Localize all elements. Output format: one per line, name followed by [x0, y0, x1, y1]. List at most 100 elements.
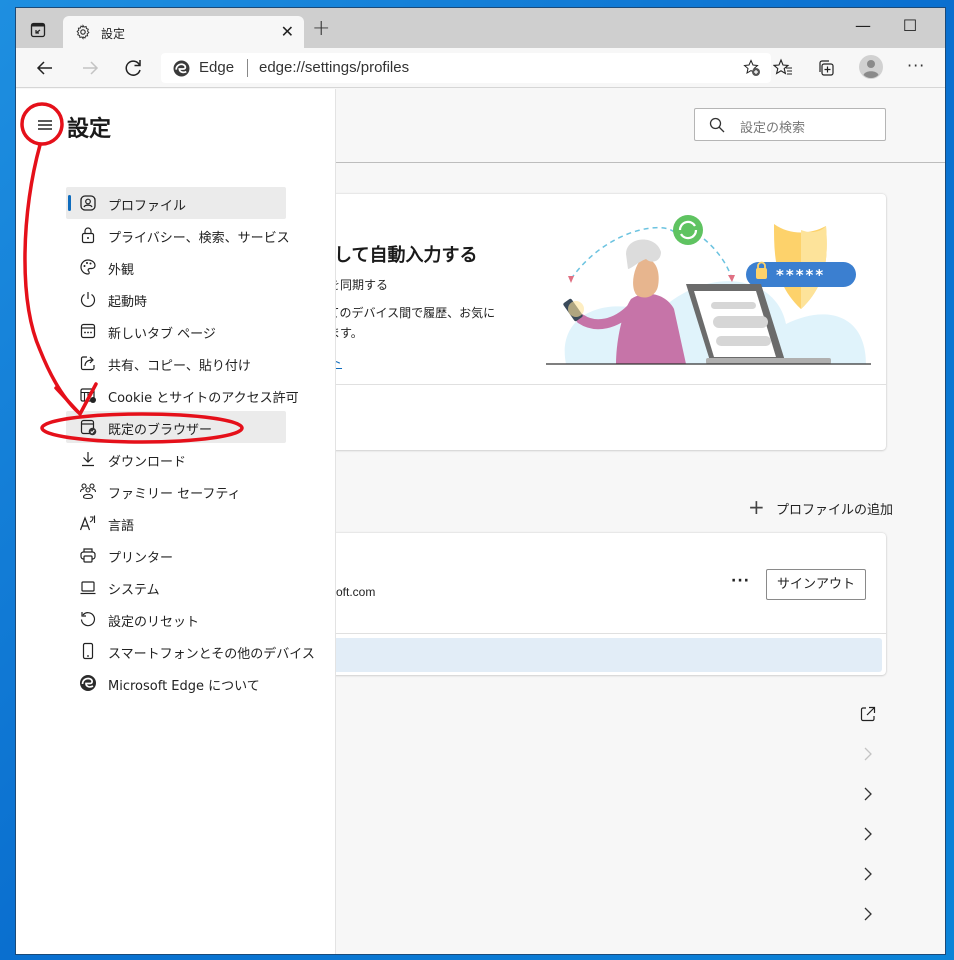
sidebar-item-startup[interactable]: 起動時: [66, 283, 286, 315]
toolbar: Edge edge://settings/profiles ···: [16, 48, 945, 88]
account-email: oft.com: [336, 585, 376, 599]
password-mask-text: *****: [776, 266, 825, 284]
sidebar-item-label: プリンター: [108, 551, 174, 566]
chevron-right-icon[interactable]: [859, 745, 877, 763]
url-text[interactable]: edge://settings/profiles: [259, 59, 409, 76]
promo-description-line1: べてのデバイス間で履歴、お気に: [336, 306, 496, 320]
maximize-button[interactable]: ☐: [895, 16, 925, 36]
power-icon: [80, 292, 96, 308]
sidebar-item-about-edge[interactable]: Microsoft Edge について: [66, 667, 286, 699]
reload-button[interactable]: [121, 56, 145, 80]
chevron-right-icon[interactable]: [859, 905, 877, 923]
sidebar-item-label: 言語: [108, 519, 135, 534]
more-menu-button[interactable]: ···: [907, 56, 927, 76]
settings-sidebar: 設定 プロファイル プライバシー、検索、サービス 外観 起動時 新しいタブ ペー…: [16, 89, 336, 954]
promo-heading: 存して自動入力する: [336, 245, 478, 266]
reset-icon: [80, 612, 96, 627]
card-divider: [316, 633, 886, 634]
cookie-icon: [80, 388, 96, 403]
sidebar-item-downloads[interactable]: ダウンロード: [66, 443, 286, 475]
sidebar-item-languages[interactable]: 言語: [66, 507, 286, 539]
share-icon: [80, 356, 95, 371]
search-placeholder: 設定の検索: [740, 121, 806, 136]
favorites-icon[interactable]: [773, 58, 793, 78]
hamburger-menu-icon[interactable]: [35, 115, 55, 135]
sidebar-item-label: 外観: [108, 263, 135, 278]
address-bar[interactable]: Edge edge://settings/profiles: [161, 53, 771, 83]
tab-settings[interactable]: 設定 ✕: [63, 16, 304, 49]
system-icon: [80, 581, 96, 595]
settings-nav: プロファイル プライバシー、検索、サービス 外観 起動時 新しいタブ ページ 共…: [66, 187, 315, 699]
palette-icon: [80, 259, 96, 275]
collections-icon[interactable]: [816, 58, 836, 78]
sign-out-button[interactable]: サインアウト: [766, 569, 866, 600]
sidebar-item-label: 設定のリセット: [108, 615, 200, 630]
close-window-button[interactable]: ✕: [941, 16, 945, 36]
chevron-right-icon[interactable]: [859, 825, 877, 843]
add-profile-label: プロファイルの追加: [776, 503, 894, 518]
sidebar-item-new-tab-page[interactable]: 新しいタブ ページ: [66, 315, 286, 347]
sidebar-item-label: Cookie とサイトのアクセス許可: [108, 391, 299, 406]
forward-button[interactable]: [78, 56, 102, 80]
sidebar-item-label: 既定のブラウザー: [108, 423, 213, 438]
header-divider: [336, 162, 945, 163]
sidebar-item-label: プロファイル: [108, 199, 187, 214]
plus-icon: +: [748, 495, 765, 519]
sidebar-item-phone-devices[interactable]: スマートフォンとその他のデバイス: [66, 635, 315, 667]
sidebar-item-label: ダウンロード: [108, 455, 187, 470]
address-separator: [247, 59, 248, 77]
site-identity: Edge: [199, 59, 235, 76]
sidebar-item-label: Microsoft Edge について: [108, 679, 260, 694]
sidebar-item-label: システム: [108, 583, 160, 598]
sidebar-item-label: 起動時: [108, 295, 148, 310]
sidebar-item-share-copy-paste[interactable]: 共有、コピー、貼り付け: [66, 347, 286, 379]
sidebar-item-label: ファミリー セーフティ: [108, 487, 241, 502]
sidebar-item-default-browser[interactable]: 既定のブラウザー: [66, 411, 286, 443]
phone-icon: [82, 642, 94, 660]
new-tab-page-icon: [80, 323, 96, 339]
sidebar-item-reset-settings[interactable]: 設定のリセット: [66, 603, 286, 635]
gear-icon: [76, 24, 90, 40]
account-more-button[interactable]: ···: [731, 573, 750, 589]
tab-close-button[interactable]: ✕: [281, 22, 294, 42]
chevron-right-icon[interactable]: [859, 865, 877, 883]
download-icon: [82, 452, 94, 467]
promo-link[interactable]: ント: [336, 352, 342, 371]
tab-strip: 設定 ✕ + — ☐ ✕: [16, 8, 945, 49]
settings-search-input[interactable]: 設定の検索: [694, 108, 886, 141]
sidebar-item-cookies[interactable]: Cookie とサイトのアクセス許可: [66, 379, 299, 411]
account-card: oft.com ··· サインアウト: [316, 533, 886, 675]
sidebar-item-label: 新しいタブ ページ: [108, 327, 216, 342]
promo-text-block: 存して自動入力する どを同期する べてのデバイス間で履歴、お気に れます。 ント: [336, 194, 606, 454]
sidebar-item-printers[interactable]: プリンター: [66, 539, 286, 571]
profile-avatar-icon[interactable]: [859, 55, 883, 79]
printer-icon: [80, 548, 96, 563]
sidebar-title: 設定: [67, 117, 112, 142]
default-browser-icon: [80, 419, 97, 436]
edge-logo-icon: [173, 60, 190, 77]
sidebar-item-appearance[interactable]: 外観: [66, 251, 286, 283]
sidebar-item-label: スマートフォンとその他のデバイス: [108, 647, 315, 662]
minimize-button[interactable]: —: [848, 16, 878, 36]
sidebar-item-profiles[interactable]: プロファイル: [66, 187, 286, 219]
tab-title: 設定: [101, 27, 126, 41]
sidebar-item-family-safety[interactable]: ファミリー セーフティ: [66, 475, 286, 507]
back-button[interactable]: [33, 56, 57, 80]
sidebar-item-label: プライバシー、検索、サービス: [108, 231, 290, 246]
sync-status-banner: [320, 638, 882, 672]
add-favorite-icon[interactable]: [743, 59, 761, 77]
profile-icon: [80, 195, 96, 211]
search-icon: [709, 117, 725, 133]
promo-subheading: どを同期する: [336, 278, 389, 292]
sidebar-item-system[interactable]: システム: [66, 571, 286, 603]
family-icon: [79, 483, 97, 500]
new-tab-button[interactable]: +: [312, 18, 330, 40]
browser-window: 設定 ✕ + — ☐ ✕ Edge edge://settings/profil…: [15, 7, 946, 955]
language-icon: [79, 515, 96, 531]
external-link-icon[interactable]: [859, 705, 877, 723]
sidebar-item-privacy[interactable]: プライバシー、検索、サービス: [66, 219, 290, 251]
promo-description-line2: れます。: [336, 326, 363, 340]
tab-actions-icon[interactable]: [30, 22, 46, 38]
chevron-right-icon[interactable]: [859, 785, 877, 803]
sidebar-item-label: 共有、コピー、貼り付け: [108, 359, 251, 374]
